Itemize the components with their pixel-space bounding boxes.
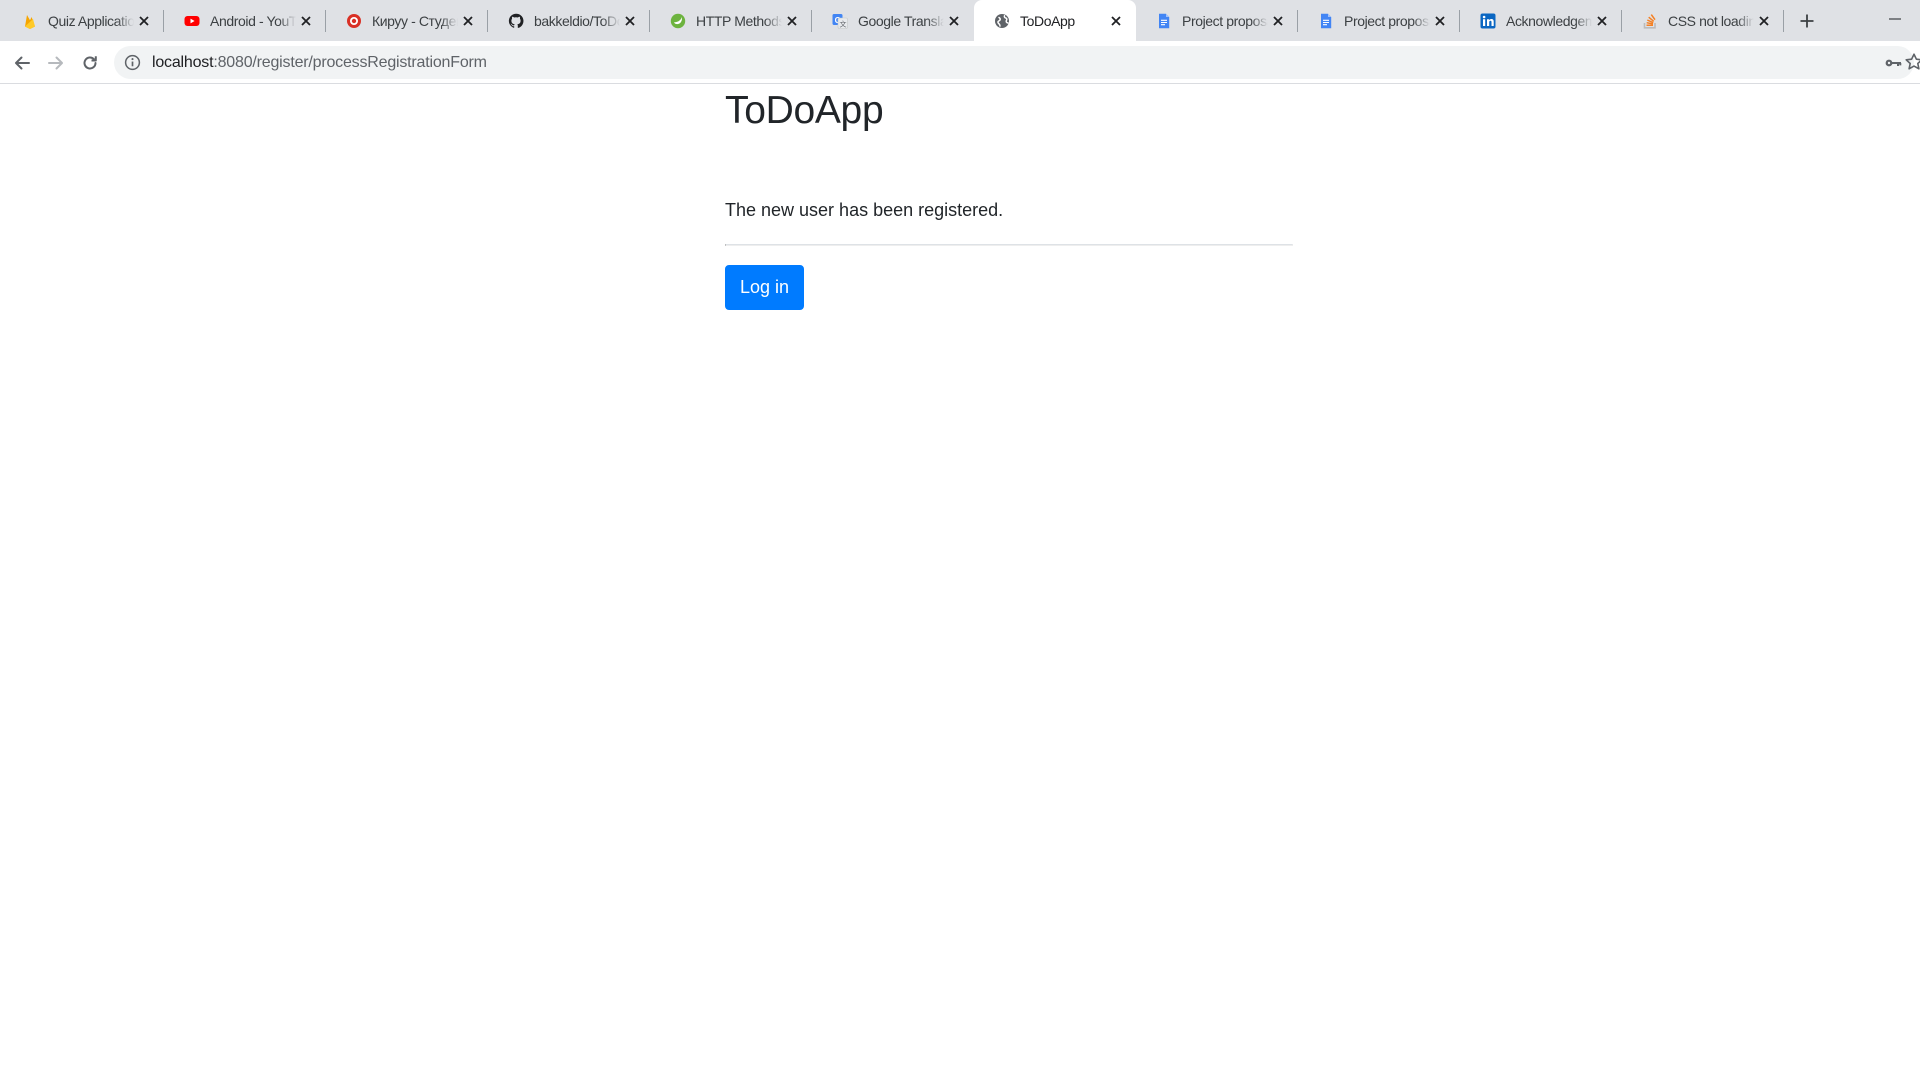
tab-project-proposal[interactable]: Project proposal	[1298, 0, 1460, 41]
reload-icon	[83, 56, 97, 70]
tab-title: bakkeldio/ToDoApp	[534, 12, 620, 29]
tab-title: Acknowledgements	[1506, 12, 1592, 29]
arrow-left-icon	[15, 56, 30, 70]
tab-android-youtube[interactable]: Android - YouTube	[164, 0, 326, 41]
tab-http-methods-spring[interactable]: HTTP Methods - Spring	[650, 0, 812, 41]
tab-strip: Quiz Application Android - YouTube Кируу -…	[0, 0, 1920, 41]
password-key-icon[interactable]	[1882, 52, 1904, 74]
close-tab-icon[interactable]	[296, 11, 316, 31]
tab-project-proposal[interactable]: Project proposal	[1136, 0, 1298, 41]
tab-title: CSS not loading	[1668, 12, 1754, 29]
tab-title: HTTP Methods - Spring	[696, 12, 782, 29]
globe-icon	[994, 13, 1010, 29]
browser-toolbar: localhost:8080/register/processRegistrat…	[0, 41, 1920, 84]
google-docs-icon	[1156, 13, 1172, 29]
close-tab-icon[interactable]	[1754, 11, 1774, 31]
minimize-icon	[1889, 18, 1901, 20]
tab-google-translate[interactable]: G文 Google Translate	[812, 0, 974, 41]
close-tab-icon[interactable]	[944, 11, 964, 31]
log-in-button[interactable]: Log in	[725, 265, 805, 310]
minimize-window-button[interactable]	[1880, 4, 1910, 34]
close-tab-icon[interactable]	[1592, 11, 1612, 31]
tab-acknowledgements[interactable]: Acknowledgements	[1460, 0, 1622, 41]
info-icon[interactable]	[120, 51, 144, 75]
reload-button[interactable]	[74, 47, 106, 79]
address-bar[interactable]: localhost:8080/register/processRegistrat…	[114, 46, 1914, 79]
stackoverflow-icon	[1642, 13, 1658, 29]
record-icon	[346, 13, 362, 29]
firebase-icon	[22, 13, 38, 29]
tab-todoapp[interactable]: ToDoApp	[974, 0, 1136, 41]
page-content: ToDoApp The new user has been registered…	[0, 85, 1920, 1080]
arrow-right-icon	[48, 56, 63, 70]
close-tab-icon[interactable]	[782, 11, 802, 31]
close-tab-icon[interactable]	[134, 11, 154, 31]
google-docs-icon	[1318, 13, 1334, 29]
tab-title: ToDoApp	[1020, 12, 1075, 29]
address-url[interactable]: localhost:8080/register/processRegistrat…	[152, 54, 487, 72]
tab-css-not-loading[interactable]: CSS not loading	[1622, 0, 1784, 41]
google-translate-icon: G文	[832, 13, 848, 29]
page-title: ToDoApp	[725, 89, 884, 132]
tab-title: Android - YouTube	[210, 12, 296, 29]
registration-success-message: The new user has been registered.	[725, 200, 1004, 220]
url-path: :8080/register/processRegistrationForm	[213, 53, 487, 71]
new-tab-button[interactable]	[1794, 8, 1820, 34]
close-tab-icon[interactable]	[1106, 11, 1126, 31]
close-tab-icon[interactable]	[1430, 11, 1450, 31]
url-host: localhost	[152, 53, 214, 71]
close-tab-icon[interactable]	[458, 11, 478, 31]
tab-title: Quiz Application	[48, 12, 134, 29]
close-tab-icon[interactable]	[1268, 11, 1288, 31]
tab-title: Project proposal	[1182, 12, 1268, 29]
youtube-icon	[184, 13, 200, 29]
tab-title: Google Translate	[858, 12, 944, 29]
tab-bakkeldio-todoapp[interactable]: bakkeldio/ToDoApp	[488, 0, 650, 41]
github-icon	[508, 13, 524, 29]
tab-кируу-студенттер[interactable]: Кируу - Студенттер	[326, 0, 488, 41]
linkedin-icon	[1480, 13, 1496, 29]
forward-button[interactable]	[40, 47, 72, 79]
svg-text:文: 文	[839, 19, 846, 28]
tab-separator	[1783, 10, 1784, 32]
bookmark-star-icon[interactable]	[1904, 52, 1920, 74]
spring-icon	[670, 13, 686, 29]
plus-icon	[1800, 14, 1814, 28]
tab-title: Project proposal	[1344, 12, 1430, 29]
divider	[725, 244, 1293, 246]
close-tab-icon[interactable]	[620, 11, 640, 31]
tab-quiz-application[interactable]: Quiz Application	[2, 0, 164, 41]
back-button[interactable]	[6, 47, 38, 79]
tab-title: Кируу - Студенттер	[372, 12, 458, 29]
